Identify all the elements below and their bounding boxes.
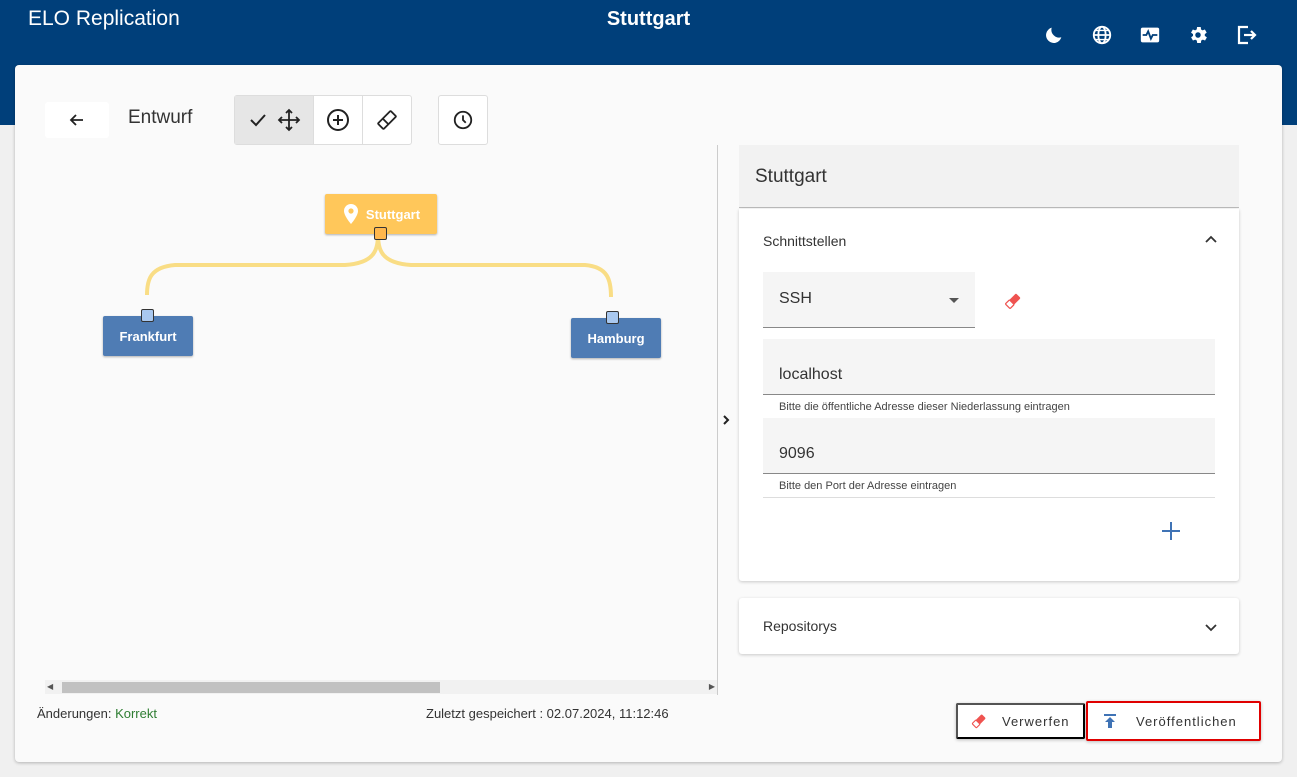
node-label: Stuttgart	[365, 206, 421, 222]
publish-upload-icon	[1104, 714, 1116, 728]
caret-down-icon	[949, 298, 959, 303]
app-title: ELO Replication	[28, 7, 180, 30]
eraser-icon	[377, 110, 397, 130]
tool-group	[234, 95, 412, 145]
gear-icon[interactable]	[1185, 22, 1211, 48]
input-port[interactable]	[606, 311, 619, 324]
add-interface-button[interactable]	[1159, 519, 1183, 543]
back-button[interactable]	[45, 102, 109, 138]
input-port[interactable]	[141, 309, 154, 322]
repositories-title: Repositorys	[763, 618, 837, 634]
edge-stuttgart-frankfurt	[145, 232, 380, 296]
node-hamburg[interactable]: Hamburg	[571, 311, 661, 358]
globe-icon[interactable]	[1089, 22, 1115, 48]
collapse-interfaces-button[interactable]	[1201, 229, 1221, 249]
graph-canvas[interactable]: Stuttgart Frankfurt Hamburg	[45, 145, 717, 680]
node-label: Frankfurt	[119, 328, 177, 344]
logout-icon[interactable]	[1233, 22, 1259, 48]
interfaces-panel: Schnittstellen SSH Bitte die öffentliche…	[739, 209, 1239, 581]
add-node-icon	[327, 109, 349, 131]
discard-button[interactable]: Verwerfen	[956, 703, 1085, 739]
scroll-left-icon[interactable]: ◀	[47, 680, 53, 694]
interfaces-title: Schnittstellen	[763, 233, 847, 249]
collapse-panel-button[interactable]	[718, 411, 734, 429]
node-label: Hamburg	[587, 330, 645, 346]
divider	[763, 497, 1215, 498]
select-move-icon	[250, 108, 301, 132]
history-button[interactable]	[438, 95, 488, 145]
eraser-tool[interactable]	[363, 96, 411, 144]
plus-icon	[1162, 522, 1180, 540]
changes-label: Änderungen:	[37, 706, 112, 721]
monitor-pulse-icon[interactable]	[1137, 22, 1163, 48]
port-input[interactable]	[763, 418, 1215, 474]
select-move-tool[interactable]	[235, 96, 314, 144]
port-hint: Bitte den Port der Adresse eintragen	[779, 480, 957, 492]
chevron-right-icon	[723, 415, 730, 425]
protocol-value: SSH	[779, 290, 812, 307]
draft-label: Entwurf	[128, 107, 193, 128]
changes-status: Änderungen: Korrekt	[37, 706, 157, 721]
eraser-icon	[971, 714, 986, 729]
moon-icon[interactable]	[1041, 22, 1067, 48]
details-header: Stuttgart	[739, 145, 1239, 208]
editor-card: Entwurf Stuttgart Frankfurt Hamburg ◀ ▶ …	[15, 65, 1282, 762]
repositories-panel[interactable]: Repositorys	[739, 598, 1239, 654]
discard-label: Verwerfen	[1002, 713, 1070, 729]
publish-button[interactable]: Veröffentlichen	[1086, 701, 1261, 741]
eraser-icon[interactable]	[1003, 291, 1023, 311]
address-hint: Bitte die öffentliche Adresse dieser Nie…	[779, 401, 1070, 413]
last-saved: Zuletzt gespeichert : 02.07.2024, 11:12:…	[426, 706, 669, 721]
publish-label: Veröffentlichen	[1136, 713, 1237, 729]
changes-value: Korrekt	[115, 706, 157, 721]
scrollbar-thumb[interactable]	[62, 682, 440, 693]
chevron-up-icon	[1205, 235, 1217, 243]
chevron-down-icon	[1205, 624, 1217, 632]
add-node-tool[interactable]	[314, 96, 363, 144]
scroll-right-icon[interactable]: ▶	[709, 680, 715, 694]
arrow-left-icon	[69, 114, 83, 126]
node-frankfurt[interactable]: Frankfurt	[103, 309, 193, 356]
details-title: Stuttgart	[755, 166, 827, 187]
expand-repositories-button[interactable]	[1201, 618, 1221, 638]
clock-icon	[453, 110, 473, 130]
map-pin-icon	[343, 204, 358, 224]
node-stuttgart[interactable]: Stuttgart	[325, 194, 437, 240]
horizontal-scrollbar[interactable]: ◀ ▶	[45, 680, 717, 694]
edge-stuttgart-hamburg	[376, 232, 613, 298]
address-input[interactable]	[763, 339, 1215, 395]
output-port[interactable]	[374, 227, 387, 240]
protocol-select[interactable]: SSH	[763, 272, 975, 328]
